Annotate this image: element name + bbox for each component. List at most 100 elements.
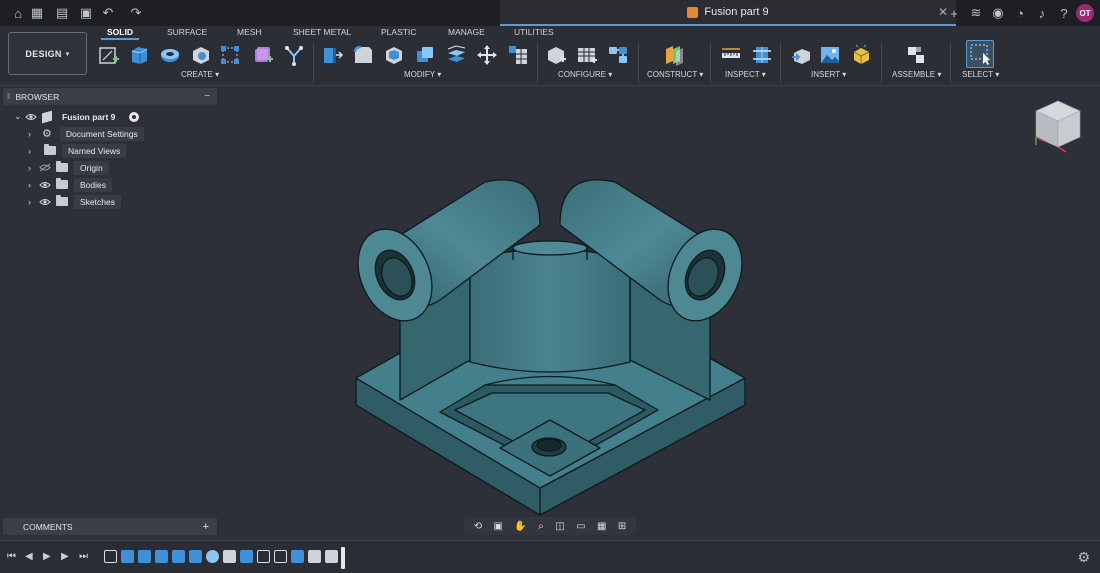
timeline-extrude-icon[interactable] <box>291 550 304 563</box>
modify-group-label[interactable]: MODIFY ▾ <box>404 70 441 79</box>
go-to-end-icon[interactable]: ⏭ <box>79 551 88 562</box>
pan-icon[interactable]: ✋ <box>514 521 526 532</box>
collapse-icon[interactable]: − <box>204 91 210 102</box>
undo-icon[interactable]: ↶ <box>98 3 118 23</box>
canvas-viewport[interactable] <box>0 87 1100 540</box>
browser-item-named-views[interactable]: › Named Views <box>28 143 127 158</box>
timeline-sketch-icon[interactable] <box>274 550 287 563</box>
press-pull-icon[interactable] <box>320 43 344 67</box>
shell-icon[interactable] <box>382 43 406 67</box>
timeline-hole-icon[interactable] <box>325 550 338 563</box>
timeline-extrude-icon[interactable] <box>138 550 151 563</box>
radio-activate-icon[interactable] <box>129 111 140 122</box>
chevron-right-icon[interactable]: › <box>28 163 38 173</box>
tab-mesh[interactable]: MESH <box>237 27 262 37</box>
tab-plastic[interactable]: PLASTIC <box>381 27 416 37</box>
chevron-right-icon[interactable]: › <box>28 197 38 207</box>
timeline-extrude-icon[interactable] <box>189 550 202 563</box>
insert-derive-icon[interactable] <box>789 43 813 67</box>
play-icon[interactable]: ▶ <box>43 551 51 562</box>
measure-icon[interactable] <box>719 43 743 67</box>
insert-mcmaster-icon[interactable] <box>849 43 873 67</box>
viewports-icon[interactable]: ⊞ <box>618 521 626 532</box>
change-parameters-icon[interactable] <box>506 43 530 67</box>
new-component-icon[interactable] <box>904 43 928 67</box>
display-settings-icon[interactable]: ▭ <box>576 521 585 532</box>
timeline-extrude-icon[interactable] <box>240 550 253 563</box>
fit-icon[interactable]: ◫ <box>555 521 564 532</box>
workspace-switcher[interactable]: DESIGN ▾ <box>8 32 87 75</box>
timeline-marker[interactable] <box>341 547 345 569</box>
help-icon[interactable]: ? <box>1054 3 1074 23</box>
configure-group-label[interactable]: CONFIGURE ▾ <box>558 70 612 79</box>
configure-model-icon[interactable] <box>544 43 568 67</box>
timeline-hole-icon[interactable] <box>308 550 321 563</box>
create-form-icon[interactable] <box>251 43 275 67</box>
offset-plane-icon[interactable] <box>662 43 686 67</box>
move-icon[interactable] <box>475 43 499 67</box>
part-model[interactable] <box>0 87 1100 540</box>
timeline-revolve-icon[interactable] <box>206 550 219 563</box>
tab-utilities[interactable]: UTILITIES <box>514 27 554 37</box>
construct-group-label[interactable]: CONSTRUCT ▾ <box>647 70 703 79</box>
notifications-icon[interactable]: ♪ <box>1032 3 1052 23</box>
insert-group-label[interactable]: INSERT ▾ <box>811 70 846 79</box>
chevron-right-icon[interactable]: › <box>28 129 38 139</box>
fillet-icon[interactable] <box>351 43 375 67</box>
go-to-start-icon[interactable]: ⏮ <box>7 551 16 562</box>
grid-icon[interactable]: ▦ <box>27 3 47 23</box>
insert-canvas-icon[interactable] <box>818 43 842 67</box>
configuration-rule-icon[interactable] <box>606 43 630 67</box>
zoom-icon[interactable]: ⌕ <box>538 521 544 532</box>
extrude-icon[interactable] <box>127 43 151 67</box>
tab-manage[interactable]: MANAGE <box>448 27 485 37</box>
home-icon[interactable]: ⌂ <box>8 3 28 23</box>
file-icon[interactable]: ▤ <box>52 3 72 23</box>
viewcube[interactable] <box>1030 97 1086 162</box>
browser-panel-header[interactable]: ‖ BROWSER − <box>3 88 217 105</box>
revolve-icon[interactable] <box>158 43 182 67</box>
document-tab[interactable]: Fusion part 9 ✕ <box>500 0 956 26</box>
grid-settings-icon[interactable]: ▦ <box>597 521 606 532</box>
step-forward-icon[interactable]: ▶ <box>61 551 69 562</box>
inspect-group-label[interactable]: INSPECT ▾ <box>725 70 766 79</box>
extensions-icon[interactable]: ◉ <box>988 3 1008 23</box>
timeline-extrude-icon[interactable] <box>121 550 134 563</box>
interference-icon[interactable] <box>750 43 774 67</box>
eye-icon[interactable] <box>24 112 38 121</box>
combine-icon[interactable] <box>413 43 437 67</box>
tab-solid[interactable]: SOLID <box>101 27 139 40</box>
timeline-extrude-icon[interactable] <box>172 550 185 563</box>
configuration-table-icon[interactable] <box>575 43 599 67</box>
avatar[interactable]: OT <box>1076 4 1094 22</box>
orbit-icon[interactable]: ⟲ <box>474 521 482 532</box>
create-sketch-icon[interactable] <box>97 43 121 67</box>
job-status-icon[interactable]: ◔ <box>1010 3 1030 23</box>
browser-item-sketches[interactable]: › Sketches <box>28 194 121 209</box>
derive-icon[interactable] <box>282 43 306 67</box>
data-panel-icon[interactable]: ≋ <box>966 3 986 23</box>
timeline-extrude-icon[interactable] <box>155 550 168 563</box>
timeline-sketch-icon[interactable] <box>257 550 270 563</box>
browser-item-bodies[interactable]: › Bodies <box>28 177 112 192</box>
align-icon[interactable] <box>444 43 468 67</box>
chevron-right-icon[interactable]: › <box>28 146 38 156</box>
browser-item-document-settings[interactable]: › ⚙ Document Settings <box>28 126 144 141</box>
rectangular-pattern-icon[interactable] <box>218 43 242 67</box>
gear-icon[interactable]: ⚙ <box>1077 549 1090 566</box>
hole-icon[interactable] <box>189 43 213 67</box>
select-icon[interactable] <box>966 40 994 68</box>
drag-handle-icon[interactable]: ‖ <box>7 92 10 101</box>
eye-hidden-icon[interactable] <box>38 163 52 172</box>
chevron-right-icon[interactable]: › <box>28 180 38 190</box>
add-tab-icon[interactable]: + <box>944 3 964 23</box>
eye-icon[interactable] <box>38 180 52 189</box>
save-icon[interactable]: ▣ <box>76 3 96 23</box>
browser-item-origin[interactable]: › Origin <box>28 160 109 175</box>
step-back-icon[interactable]: ◀ <box>25 551 33 562</box>
chevron-down-icon[interactable]: ⌄ <box>14 111 24 122</box>
comments-panel-header[interactable]: COMMENTS + <box>3 518 217 535</box>
redo-icon[interactable]: ↷ <box>126 3 146 23</box>
select-group-label[interactable]: SELECT ▾ <box>962 70 999 79</box>
tab-sheet-metal[interactable]: SHEET METAL <box>293 27 351 37</box>
